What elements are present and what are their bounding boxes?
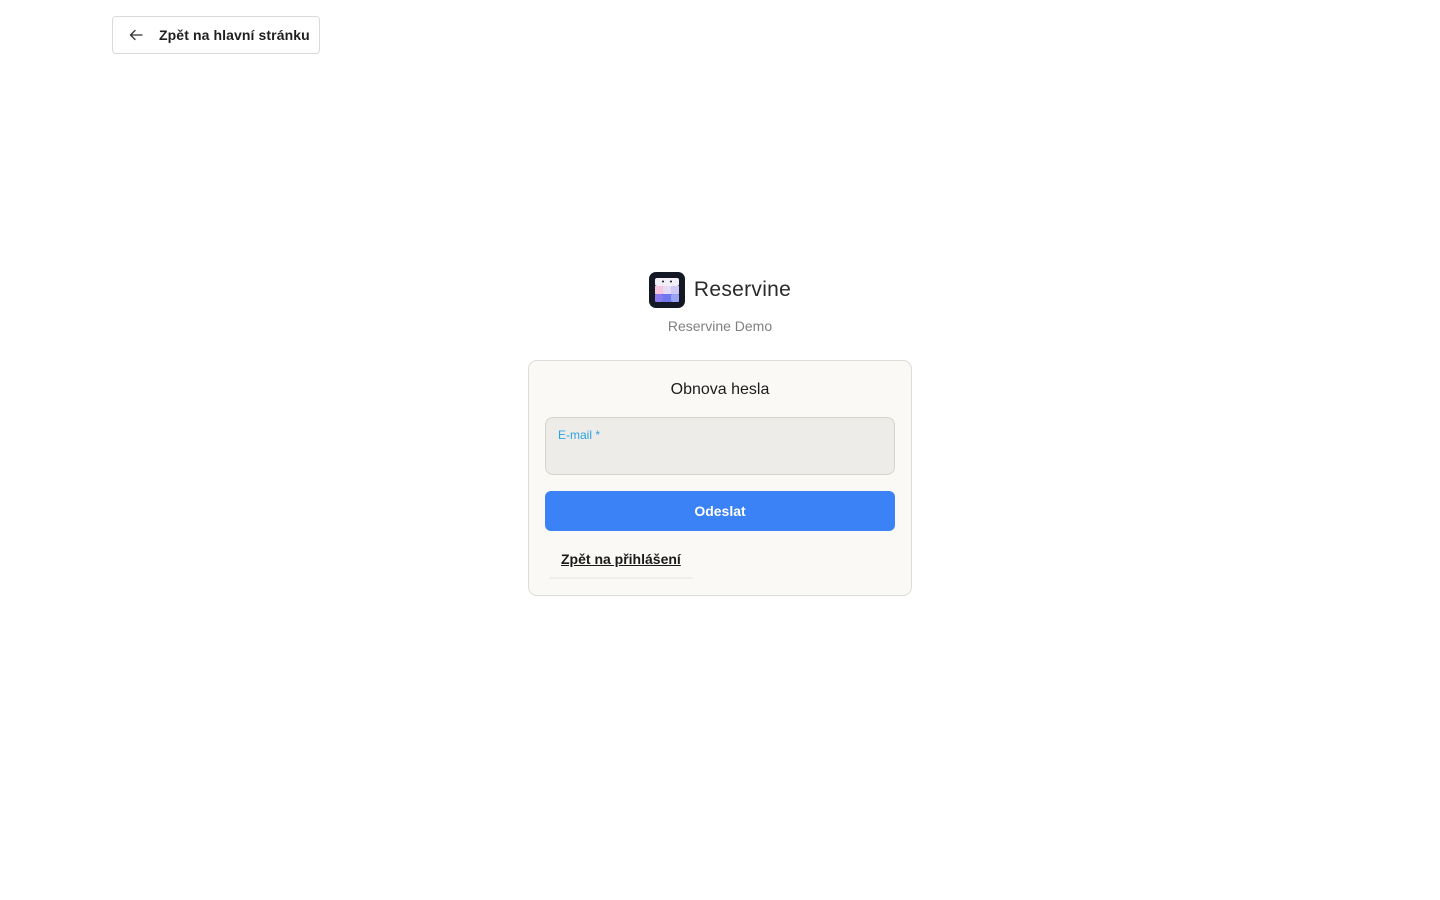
link-underlay xyxy=(549,577,693,579)
back-to-login-link[interactable]: Zpět na přihlášení xyxy=(561,551,681,567)
email-field-label: E-mail * xyxy=(558,428,601,442)
back-to-home-label: Zpět na hlavní stránku xyxy=(159,27,310,43)
page: Zpět na hlavní stránku Reservine Reservi… xyxy=(0,0,1440,900)
brand-name: Reservine xyxy=(693,278,792,301)
email-input[interactable] xyxy=(558,446,878,468)
submit-button[interactable]: Odeslat xyxy=(545,491,895,531)
email-field[interactable]: E-mail * xyxy=(545,417,895,475)
brand: Reservine xyxy=(0,272,1440,308)
reservine-logo-icon xyxy=(648,272,685,308)
brand-subtitle: Reservine Demo xyxy=(667,318,773,334)
back-to-home-button[interactable]: Zpět na hlavní stránku xyxy=(112,16,320,54)
card-title: Obnova hesla xyxy=(670,381,770,398)
password-reset-card: Obnova hesla E-mail * Odeslat Zpět na př… xyxy=(528,360,912,596)
arrow-left-icon xyxy=(129,28,143,42)
